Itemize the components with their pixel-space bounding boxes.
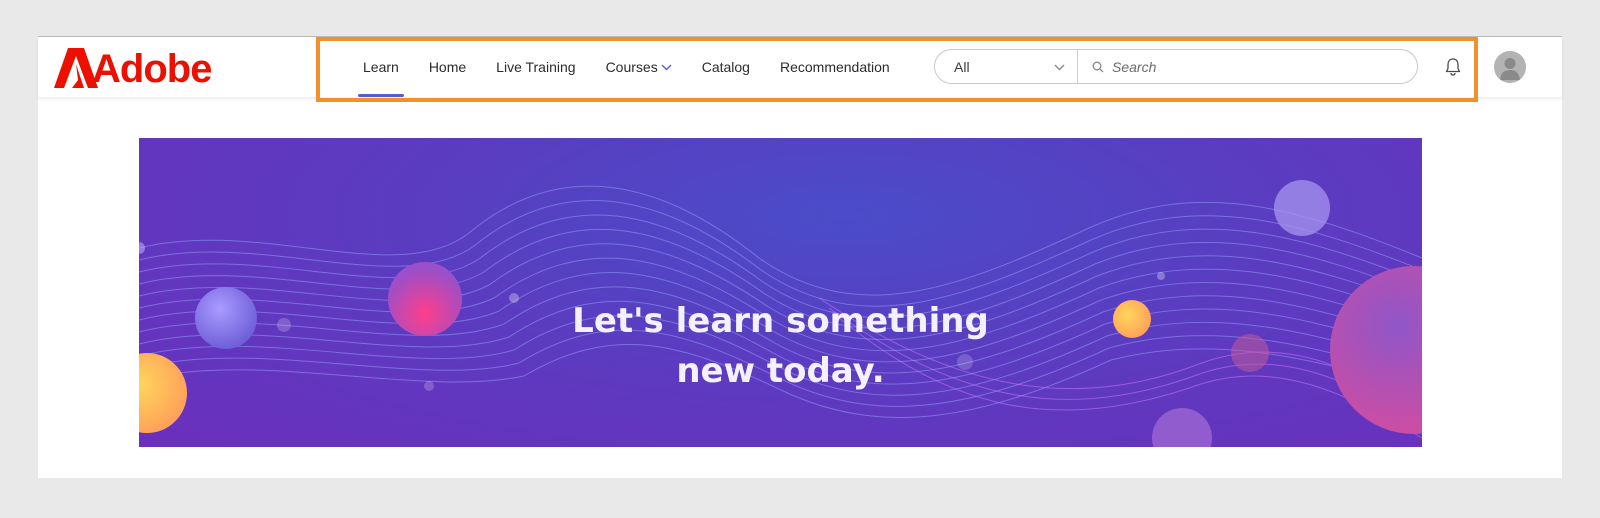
nav-item-live-training[interactable]: Live Training bbox=[481, 37, 590, 97]
page-card: Adobe Learn Home Live Training Courses C… bbox=[38, 36, 1562, 478]
nav-item-label: Catalog bbox=[701, 59, 750, 75]
nav-item-recommendation[interactable]: Recommendation bbox=[765, 37, 905, 97]
hero-banner: Let's learn something new today. bbox=[139, 138, 1422, 447]
main-nav: Learn Home Live Training Courses Catalog… bbox=[348, 37, 905, 97]
banner-headline-line-2: new today. bbox=[676, 351, 885, 391]
chevron-down-icon bbox=[661, 60, 672, 74]
banner-decoration bbox=[139, 180, 1422, 447]
search-filter-value: All bbox=[954, 58, 970, 75]
adobe-logo[interactable]: Adobe bbox=[54, 46, 224, 91]
nav-item-label: Courses bbox=[605, 59, 658, 75]
user-avatar-icon bbox=[1494, 51, 1526, 83]
search-input[interactable] bbox=[1112, 58, 1392, 75]
nav-item-home[interactable]: Home bbox=[414, 37, 481, 97]
banner-headline-line-1: Let's learn something bbox=[572, 301, 989, 341]
bell-icon[interactable] bbox=[1442, 56, 1464, 78]
logo-text: Adobe bbox=[92, 47, 212, 91]
search-bar: All bbox=[934, 49, 1418, 84]
nav-item-label: Learn bbox=[363, 59, 399, 75]
avatar[interactable] bbox=[1494, 51, 1526, 83]
nav-item-learn[interactable]: Learn bbox=[348, 37, 414, 97]
nav-item-label: Home bbox=[428, 59, 467, 75]
search-field bbox=[1078, 58, 1417, 75]
top-navigation-bar: Adobe Learn Home Live Training Courses C… bbox=[38, 36, 1562, 97]
banner-headline: Let's learn something new today. bbox=[139, 296, 1422, 396]
chevron-down-icon bbox=[1054, 60, 1065, 74]
nav-item-label: Live Training bbox=[496, 59, 576, 75]
nav-item-label: Recommendation bbox=[779, 59, 890, 75]
search-filter-select[interactable]: All bbox=[935, 50, 1078, 83]
nav-item-courses[interactable]: Courses bbox=[591, 37, 687, 97]
search-icon bbox=[1090, 59, 1106, 75]
nav-item-catalog[interactable]: Catalog bbox=[687, 37, 765, 97]
